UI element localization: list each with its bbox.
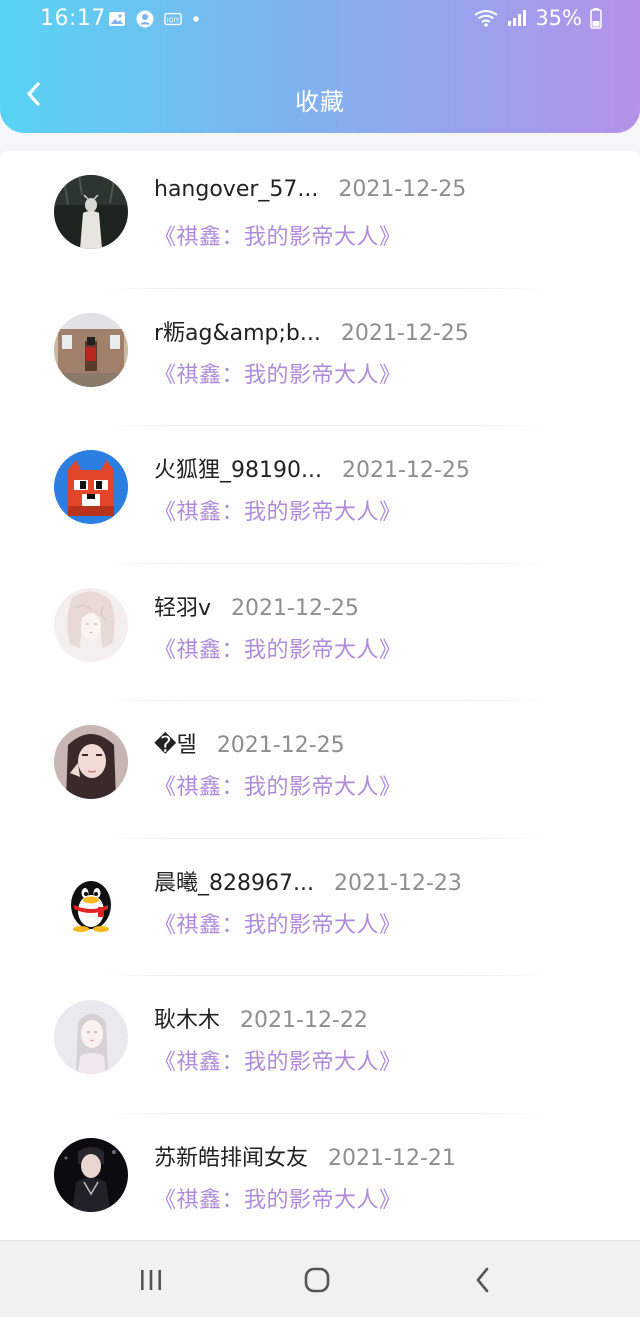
iqiyi-icon: iQIY — [164, 12, 182, 26]
signal-icon — [508, 10, 527, 26]
gallery-icon — [109, 12, 125, 26]
list-item[interactable]: �델 2021-12-25 《祺鑫：我的影帝大人》 — [0, 701, 640, 839]
avatar — [54, 450, 128, 524]
page-title: 收藏 — [295, 88, 345, 116]
username: r粝ag&amp;b... — [154, 320, 321, 346]
chevron-left-icon — [476, 1267, 489, 1293]
list-item[interactable]: 晨曦_828967... 2021-12-23 《祺鑫：我的影帝大人》 — [0, 839, 640, 977]
username: hangover_57... — [154, 177, 319, 202]
home-icon — [304, 1267, 330, 1293]
battery-percent: 35% — [535, 6, 582, 30]
avatar — [54, 725, 128, 799]
recents-icon — [141, 1270, 161, 1290]
avatar — [54, 312, 128, 387]
username: 苏新皓排闻女友 — [154, 1145, 309, 1171]
system-nav-bar — [0, 1240, 640, 1317]
username: 轻羽v — [154, 595, 212, 621]
item-header: hangover_57... 2021-12-25 — [154, 177, 466, 202]
status-time: 16:17 — [40, 6, 106, 31]
list-item[interactable]: 轻羽v 2021-12-25 《祺鑫：我的影帝大人》 — [0, 564, 640, 702]
avatar — [54, 175, 128, 249]
list-item[interactable]: hangover_57... 2021-12-25 《祺鑫：我的影帝大人》 — [0, 151, 640, 289]
list-item[interactable]: 火狐狸_98190... 2021-12-25 《祺鑫：我的影帝大人》 — [0, 426, 640, 564]
date: 2021-12-25 — [231, 595, 359, 621]
username: 晨曦_828967... — [154, 870, 314, 896]
novel-title[interactable]: 《祺鑫：我的影帝大人》 — [154, 907, 402, 939]
wifi-icon — [474, 10, 498, 27]
item-header: 耿木木 2021-12-22 — [154, 1002, 368, 1034]
title-bar: 收藏 — [0, 60, 640, 132]
date: 2021-12-25 — [341, 458, 470, 483]
item-header: 晨曦_828967... 2021-12-23 — [154, 865, 462, 897]
username: �델 — [154, 733, 197, 758]
item-header: r粝ag&amp;b... 2021-12-25 — [154, 315, 469, 347]
novel-title[interactable]: 《祺鑫：我的影帝大人》 — [154, 494, 402, 526]
app-header: 16:17 iQIY 35% 收藏 — [0, 0, 640, 133]
notification-icons: iQIY — [108, 10, 200, 28]
username: 耿木木 — [154, 1008, 221, 1033]
account-icon — [136, 10, 154, 28]
novel-title[interactable]: 《祺鑫：我的影帝大人》 — [154, 632, 402, 664]
list-item[interactable]: 苏新皓排闻女友 2021-12-21 《祺鑫：我的影帝大人》 — [0, 1114, 640, 1252]
list-item[interactable]: 耿木木 2021-12-22 《祺鑫：我的影帝大人》 — [0, 976, 640, 1114]
date: 2021-12-25 — [340, 320, 469, 346]
item-header: 轻羽v 2021-12-25 — [154, 590, 359, 622]
novel-title[interactable]: 《祺鑫：我的影帝大人》 — [154, 357, 402, 389]
avatar — [54, 587, 128, 662]
recents-button[interactable] — [134, 1265, 168, 1295]
svg-text:iQIY: iQIY — [167, 17, 180, 24]
favorites-list: hangover_57... 2021-12-25 《祺鑫：我的影帝大人》 r粝… — [0, 151, 640, 1251]
username: 火狐狸_98190... — [154, 458, 322, 483]
item-header: 火狐狸_98190... 2021-12-25 — [154, 452, 470, 484]
date: 2021-12-25 — [338, 177, 467, 202]
avatar — [54, 1137, 128, 1212]
home-button[interactable] — [300, 1265, 334, 1295]
list-item[interactable]: r粝ag&amp;b... 2021-12-25 《祺鑫：我的影帝大人》 — [0, 289, 640, 427]
status-right: 35% — [473, 6, 602, 30]
novel-title[interactable]: 《祺鑫：我的影帝大人》 — [154, 769, 402, 801]
novel-title[interactable]: 《祺鑫：我的影帝大人》 — [154, 219, 402, 251]
status-bar: 16:17 iQIY 35% — [0, 0, 640, 40]
item-header: �델 2021-12-25 — [154, 727, 345, 759]
avatar — [54, 1000, 128, 1074]
dot-icon — [193, 16, 199, 22]
item-header: 苏新皓排闻女友 2021-12-21 — [154, 1140, 456, 1172]
date: 2021-12-22 — [240, 1008, 368, 1033]
novel-title[interactable]: 《祺鑫：我的影帝大人》 — [154, 1044, 402, 1076]
date: 2021-12-21 — [328, 1145, 456, 1171]
avatar — [54, 862, 128, 937]
date: 2021-12-25 — [216, 733, 345, 758]
battery-icon — [590, 8, 602, 29]
date: 2021-12-23 — [333, 870, 462, 896]
novel-title[interactable]: 《祺鑫：我的影帝大人》 — [154, 1182, 402, 1214]
nav-back-button[interactable] — [466, 1265, 500, 1295]
